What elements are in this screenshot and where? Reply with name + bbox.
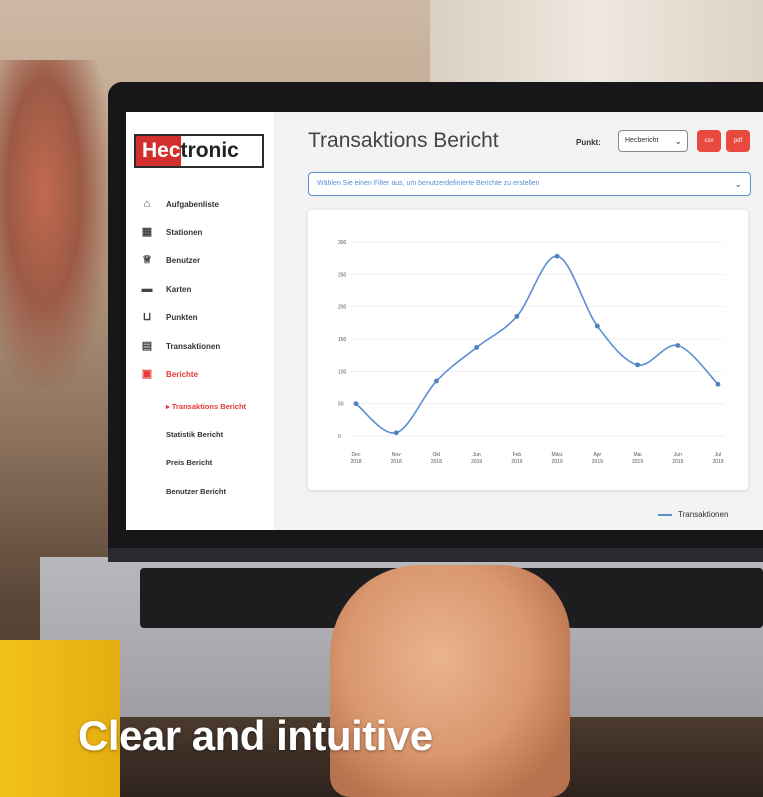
sidebar-item-transaktionen[interactable]: ▤ Transaktionen	[140, 332, 220, 360]
chart-legend[interactable]: Transaktionen	[658, 510, 728, 519]
x-tick-label: März	[552, 452, 564, 458]
home-icon: ⌂	[143, 197, 151, 210]
hand	[330, 565, 570, 797]
chart-card: 0 50 100 150 200 250 300 Dec 2018 Nov 2018 Okt 2018 J…	[308, 210, 748, 490]
sidebar-item-punkten[interactable]: ⊔ Punkten	[140, 304, 220, 332]
x-tick-label: Mai	[634, 452, 642, 458]
station-icon: ▦	[141, 226, 153, 239]
folder-icon: ⊔	[142, 311, 152, 324]
x-tick-label: 2019	[471, 459, 482, 465]
laptop-hinge	[108, 548, 763, 562]
sidebar-item-label: Berichte	[166, 370, 199, 380]
sidebar: Hec tronic ⌂ Aufgabenliste ▦ Stationen ♕ Ben…	[126, 112, 274, 530]
x-tick-label: Jul	[715, 452, 721, 458]
laptop-screen: Hec tronic ⌂ Aufgabenliste ▦ Stationen ♕ Ben…	[126, 112, 763, 530]
x-tick-label: 2018	[350, 459, 361, 465]
sidebar-item-aufgabenliste[interactable]: ⌂ Aufgabenliste	[140, 190, 220, 218]
series-line-transaktionen	[355, 255, 719, 434]
x-tick-label: 2019	[511, 459, 522, 465]
x-tick-label: Apr	[593, 452, 601, 458]
sidebar-item-label: Karten	[166, 284, 192, 294]
punkt-label: Punkt:	[576, 138, 601, 147]
chevron-down-icon: ⌄	[734, 179, 742, 189]
data-point[interactable]	[594, 323, 600, 329]
sidebar-subnav: ▸ Transaktions Bericht Statistik Bericht…	[166, 392, 246, 506]
legend-label: Transaktionen	[678, 510, 729, 519]
sidebar-item-stationen[interactable]: ▦ Stationen	[140, 218, 220, 246]
crown-icon: ♕	[142, 254, 152, 267]
y-tick-label: 250	[338, 272, 347, 278]
x-tick-label: 2018	[391, 459, 402, 465]
y-tick-label: 150	[338, 337, 347, 343]
punkt-select[interactable]: Hecbericht ⌄	[618, 130, 688, 152]
data-point[interactable]	[554, 253, 560, 259]
export-csv-button[interactable]: csv	[697, 130, 721, 152]
data-point[interactable]	[715, 381, 721, 387]
data-point[interactable]	[635, 362, 640, 368]
background-blur	[0, 60, 110, 390]
x-tick-label: Feb	[513, 452, 522, 458]
sidebar-item-karten[interactable]: ▬ Karten	[140, 275, 220, 303]
y-tick-label: 0	[338, 434, 341, 440]
sidebar-item-label: Aufgabenliste	[166, 199, 219, 209]
y-tick-label: 300	[338, 240, 347, 246]
x-tick-label: 2019	[632, 459, 643, 465]
x-tick-label: 2018	[431, 459, 442, 465]
x-tick-label: Okt	[433, 452, 441, 458]
y-tick-label: 200	[338, 305, 347, 311]
data-point[interactable]	[434, 378, 439, 384]
x-tick-label: 2019	[712, 459, 723, 465]
receipt-icon: ▤	[141, 339, 153, 352]
logo-part2: tronic	[180, 139, 239, 162]
x-tick-label: 2019	[592, 459, 603, 465]
legend-line-swatch	[658, 513, 672, 516]
sidebar-item-benutzer[interactable]: ♕ Benutzer	[140, 247, 220, 275]
logo-part1: Hec	[136, 136, 181, 166]
x-tick-label: Jun	[674, 452, 682, 458]
subnav-benutzer-bericht[interactable]: Benutzer Bericht	[166, 477, 246, 505]
sidebar-item-berichte[interactable]: ▣ Berichte	[140, 360, 220, 388]
export-pdf-button[interactable]: pdf	[726, 130, 750, 152]
sidebar-item-label: Stationen	[166, 228, 203, 238]
subnav-statistik-bericht[interactable]: Statistik Bericht	[166, 420, 246, 448]
chevron-down-icon: ⌄	[674, 136, 682, 146]
data-point[interactable]	[474, 345, 480, 350]
x-tick-label: Dec	[352, 452, 361, 458]
hectronic-logo[interactable]: Hec tronic	[134, 134, 264, 168]
sidebar-item-label: Transaktionen	[166, 341, 221, 351]
window-light	[430, 0, 763, 90]
x-tick-label: Nov	[392, 452, 401, 458]
transactions-line-chart: 050100150200250300Dec2018Nov2018Okt2018J…	[338, 240, 724, 465]
punkt-select-value: Hecbericht	[625, 137, 659, 144]
caption-text: Clear and intuitive	[78, 712, 433, 759]
photo-scene: Hec tronic ⌂ Aufgabenliste ▦ Stationen ♕ Ben…	[0, 0, 763, 797]
card-icon: ▬	[141, 282, 153, 295]
subnav-transaktions-bericht[interactable]: ▸ Transaktions Bericht	[166, 392, 246, 420]
x-tick-label: 2019	[552, 459, 563, 465]
data-point[interactable]	[393, 430, 399, 436]
subnav-preis-bericht[interactable]: Preis Bericht	[166, 449, 246, 477]
x-tick-label: Jun	[473, 452, 481, 458]
sidebar-item-label: Punkten	[166, 313, 198, 323]
report-icon: ▣	[141, 368, 153, 381]
y-tick-label: 100	[338, 369, 347, 375]
data-point[interactable]	[675, 343, 681, 348]
sidebar-nav: ⌂ Aufgabenliste ▦ Stationen ♕ Benutzer ▬ Kar…	[140, 190, 221, 389]
sidebar-item-label: Benutzer	[166, 256, 201, 266]
x-tick-label: 2019	[672, 459, 683, 465]
data-point[interactable]	[353, 401, 359, 407]
filter-placeholder: Wählen Sie einen Filter aus, um benutzer…	[317, 180, 540, 187]
y-tick-label: 50	[338, 402, 344, 408]
report-filter-select[interactable]: Wählen Sie einen Filter aus, um benutzer…	[308, 172, 751, 196]
page-title: Transaktions Bericht	[308, 129, 499, 152]
data-point[interactable]	[514, 313, 520, 319]
